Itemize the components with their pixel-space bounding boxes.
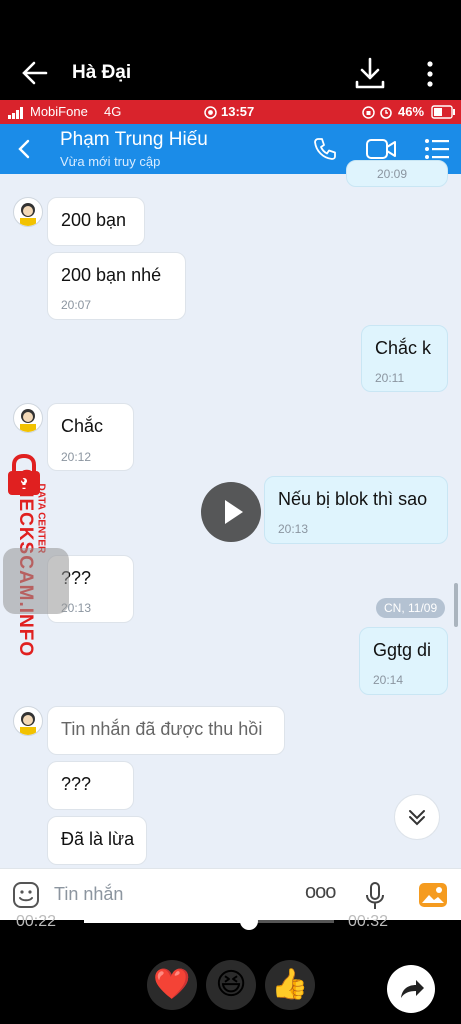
carrier: MobiFone [30,104,88,119]
alarm-icon [380,107,392,119]
avatar-image [20,203,36,226]
message-bubble-partial: 20:09 [346,160,448,187]
scroll-down-button[interactable] [394,794,440,840]
viewer-top-bar: Hà Đại [0,0,461,100]
avatar-image [20,712,36,735]
play-button[interactable] [201,482,261,542]
date-separator: CN, 11/09 [376,598,446,618]
contact-avatar[interactable] [13,403,43,433]
video-icon[interactable] [365,137,397,161]
seek-bar-progress [84,920,249,923]
back-icon[interactable] [16,138,32,160]
recalled-message[interactable]: Tin nhắn đã được thu hồi [47,706,285,755]
network: 4G [104,104,122,119]
more-options-icon[interactable]: ooo [305,881,336,904]
message-input-bar: Tin nhắn ooo [0,868,461,920]
signal-icon [8,107,23,119]
battery-icon [431,105,455,119]
floating-assistive-button[interactable] [3,548,69,614]
reaction-like-button[interactable]: 👍 [265,960,315,1010]
microphone-icon[interactable] [364,881,386,911]
phone-icon[interactable] [312,136,338,162]
reaction-laugh-button[interactable]: 😆 [206,960,256,1010]
message-bubble[interactable]: 200 bạn [47,197,145,246]
emoji-icon[interactable] [12,881,40,909]
total-time: 00:32 [348,913,389,930]
viewer-title: Hà Đại [72,62,132,83]
back-arrow-icon[interactable] [20,58,50,88]
record-icon [204,106,217,119]
menu-icon[interactable] [424,138,450,160]
reaction-heart-button[interactable]: ❤️ [147,960,197,1010]
status-bar: MobiFone 4G 13:57 46% [0,100,461,124]
current-time: 00:22 [16,913,57,930]
rotation-lock-icon [362,106,375,119]
seek-knob[interactable] [240,912,258,930]
message-bubble-sent[interactable]: Ggtg di 20:14 [359,627,448,695]
message-bubble[interactable]: Đã là lừa [47,816,147,865]
more-vert-icon[interactable] [420,58,440,90]
play-icon [225,500,243,524]
scrollbar[interactable] [454,583,458,627]
download-icon[interactable] [354,56,386,90]
message-bubble-sent[interactable]: Nếu bị blok thì sao 20:13 [264,476,448,544]
battery-percent: 46% [398,104,425,119]
contact-name[interactable]: Phạm Trung Hiếu [60,129,208,151]
message-bubble[interactable]: 200 bạn nhé 20:07 [47,252,186,320]
contact-avatar[interactable] [13,197,43,227]
contact-status: Vừa mới truy cập [60,154,161,169]
message-bubble-sent[interactable]: Chắc k 20:11 [361,325,448,392]
avatar-image [20,409,36,432]
message-input[interactable]: Tin nhắn [54,884,123,905]
message-bubble[interactable]: ??? [47,761,134,810]
share-icon [401,980,424,998]
contact-avatar[interactable] [13,706,43,736]
message-bubble[interactable]: Chắc 20:12 [47,403,134,471]
double-chevron-down-icon [409,810,425,826]
share-button[interactable] [387,965,435,1013]
image-picker-icon[interactable] [418,882,448,908]
status-time: 13:57 [221,104,255,119]
